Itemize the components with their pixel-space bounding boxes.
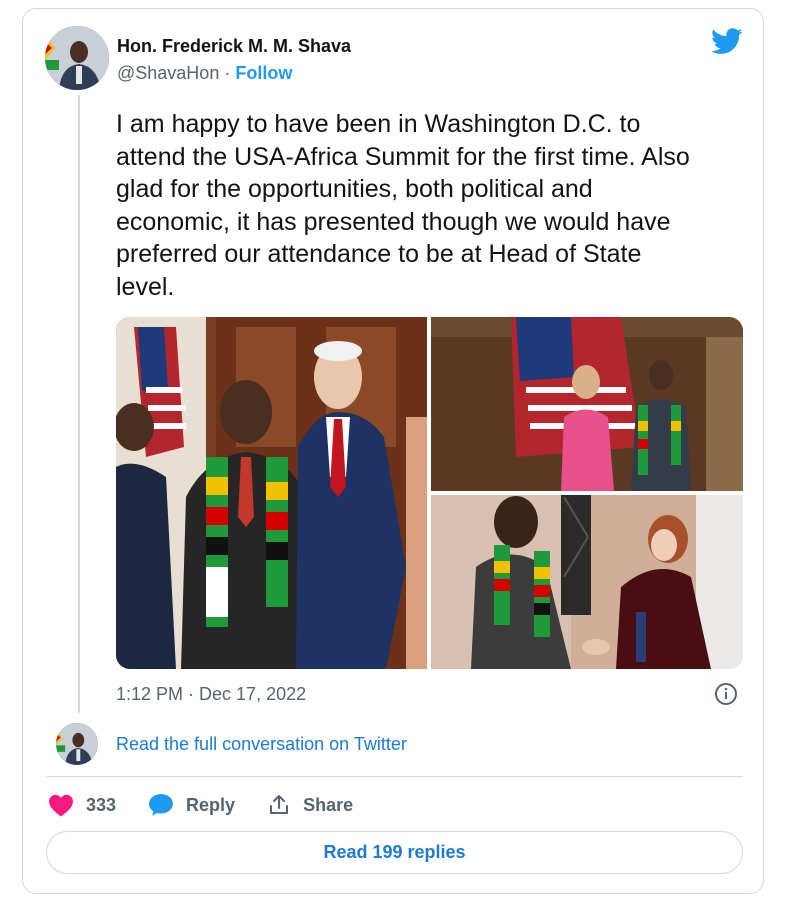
likes-count: 333 <box>86 794 117 815</box>
follow-button[interactable]: Follow <box>235 63 292 83</box>
share-arrow-icon <box>270 795 289 814</box>
reply-avatar[interactable] <box>56 723 98 765</box>
author-handle-row: @ShavaHon · Follow <box>117 63 292 84</box>
heart-icon <box>49 794 73 817</box>
divider <box>46 776 743 777</box>
author-avatar[interactable] <box>45 26 109 90</box>
author-name[interactable]: Hon. Frederick M. M. Shava <box>117 36 351 57</box>
read-conversation-link[interactable]: Read the full conversation on Twitter <box>116 734 407 755</box>
tweet-media-grid[interactable] <box>116 317 743 669</box>
thread-line <box>78 95 80 713</box>
twitter-bird-icon[interactable] <box>711 28 743 55</box>
like-button[interactable]: 333 <box>48 793 116 817</box>
action-bar: 333 Reply Share <box>48 790 385 820</box>
tweet-timestamp[interactable]: 1:12 PM · Dec 17, 2022 <box>116 684 306 705</box>
author-handle[interactable]: @ShavaHon <box>117 63 219 83</box>
reply-label: Reply <box>186 794 236 815</box>
reply-button[interactable]: Reply <box>148 793 235 817</box>
photo-delegation-with-president[interactable] <box>116 317 427 669</box>
share-button[interactable]: Share <box>267 793 353 817</box>
share-label: Share <box>303 794 354 815</box>
photo-handshake[interactable] <box>431 495 743 669</box>
photo-with-speaker[interactable] <box>431 317 743 491</box>
tweet-text: I am happy to have been in Washington D.… <box>116 110 690 301</box>
speech-bubble-icon <box>149 794 173 816</box>
read-replies-button[interactable]: Read 199 replies <box>46 831 743 874</box>
info-icon[interactable] <box>714 682 738 706</box>
handle-separator: · <box>219 63 236 83</box>
